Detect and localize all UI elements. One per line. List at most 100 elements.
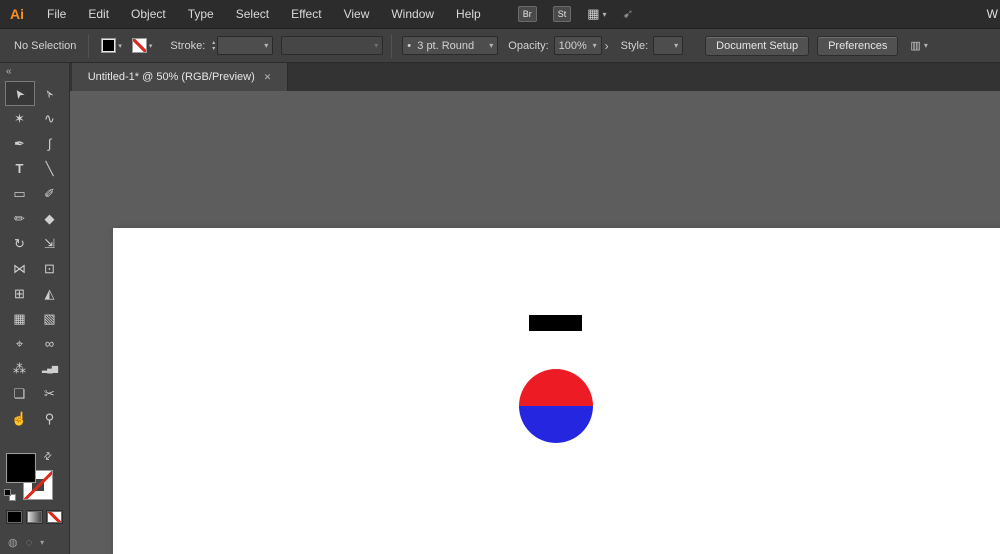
pen-tool[interactable]: ✒ (5, 131, 35, 156)
gradient-tool-icon: ▧ (43, 310, 56, 326)
brush-value: • 3 pt. Round (407, 39, 475, 52)
paintbrush-tool-icon: ✐ (44, 185, 55, 201)
free-transform-tool[interactable]: ⊡ (35, 256, 65, 281)
swap-fill-stroke-icon[interactable]: ⇄ (41, 450, 55, 464)
menu-file[interactable]: File (36, 7, 77, 21)
menu-edit[interactable]: Edit (77, 7, 120, 21)
eraser-tool[interactable]: ◆ (35, 206, 65, 231)
document-tab-bar: Untitled-1* @ 50% (RGB/Preview) ✕ (70, 63, 1000, 91)
align-options-menu[interactable]: ▥ ▾ (910, 39, 927, 52)
rotate-tool[interactable]: ↻ (5, 231, 35, 256)
gpu-performance-icon[interactable]: ➹ (623, 6, 634, 22)
bridge-icon[interactable]: Br (517, 6, 537, 22)
gradient-button[interactable] (26, 510, 43, 524)
zoom-tool[interactable]: ⚲ (35, 406, 65, 431)
eyedropper-tool-icon: ⌖ (15, 335, 24, 351)
chevron-down-icon: ▾ (923, 41, 928, 50)
lasso-tool-icon: ∿ (44, 110, 55, 126)
screen-mode-chevron-icon[interactable]: ▾ (40, 538, 44, 547)
artboard[interactable] (113, 228, 1000, 554)
artboard-tool[interactable]: ❏ (5, 381, 35, 406)
selection-tool[interactable]: ➤ (4, 81, 35, 106)
slice-tool[interactable]: ✂ (35, 381, 65, 406)
fill-color-swatch[interactable] (101, 38, 117, 53)
menu-window[interactable]: Window (380, 7, 445, 21)
paintbrush-tool[interactable]: ✐ (35, 181, 65, 206)
symbol-sprayer-tool-icon: ⁂ (13, 360, 26, 376)
scale-tool[interactable]: ⇲ (35, 231, 65, 256)
type-tool-icon: T (15, 161, 24, 176)
none-button[interactable] (46, 510, 63, 524)
color-button[interactable] (6, 510, 23, 524)
shape-builder-tool[interactable]: ⊞ (5, 281, 35, 306)
direct-selection-tool-icon: ➢ (40, 85, 59, 102)
artboard-tool-icon: ❏ (13, 385, 26, 401)
fill-swatch[interactable] (6, 453, 36, 483)
perspective-grid-tool[interactable]: ◭ (35, 281, 65, 306)
selection-status: No Selection (14, 39, 77, 52)
opacity-value: 100% (558, 39, 587, 52)
red-blue-circle-shape[interactable] (519, 369, 593, 443)
workspace-icon: ▦ (587, 6, 600, 21)
curvature-tool-icon: ∫ (47, 136, 52, 151)
direct-selection-tool[interactable]: ➢ (35, 81, 65, 106)
hand-tool-icon: ☝ (11, 410, 28, 426)
menu-view[interactable]: View (333, 7, 381, 21)
style-dropdown[interactable]: ▾ (653, 36, 684, 55)
type-tool[interactable]: T (5, 156, 35, 181)
variable-width-profile-dropdown[interactable]: ▾ (281, 36, 384, 55)
close-icon[interactable]: ✕ (264, 72, 272, 83)
line-segment-tool-icon: ╲ (45, 160, 54, 176)
separator (88, 33, 90, 58)
menu-effect[interactable]: Effect (280, 7, 332, 21)
menu-select[interactable]: Select (225, 7, 280, 21)
fill-stroke-indicator: ⇄ (4, 450, 66, 505)
stock-icon[interactable]: St (552, 6, 572, 22)
pencil-tool[interactable]: ✏ (5, 206, 35, 231)
width-tool-icon: ⋈ (13, 260, 26, 276)
magic-wand-tool[interactable]: ✶ (5, 106, 35, 131)
tool-grid: ➤ ➢ ✶ ∿ ✒ ∫ T ╲ ▭ ✐ ✏ ◆ ↻ ⇲ ⋈ ⊡ ⊞ ◭ ▦ ▧ … (0, 81, 69, 431)
eraser-tool-icon: ◆ (44, 210, 55, 226)
opacity-panel-arrow-icon[interactable]: › (605, 39, 609, 53)
opacity-field[interactable]: 100% ▾ (553, 36, 602, 55)
stepper-down-icon[interactable]: ▾ (212, 46, 215, 52)
slice-tool-icon: ✂ (44, 385, 55, 401)
workspace-switcher[interactable]: ▦ ▾ (587, 6, 606, 22)
document-tab[interactable]: Untitled-1* @ 50% (RGB/Preview) ✕ (72, 63, 288, 91)
stroke-weight-stepper[interactable]: ▴ ▾ (212, 40, 215, 52)
draw-normal-icon[interactable]: ◍ (8, 536, 18, 549)
drawing-mode-buttons: ◍ ◌ ▾ (8, 536, 44, 550)
draw-behind-icon[interactable]: ◌ (26, 537, 33, 549)
column-graph-tool[interactable]: ▂▄▆ (35, 356, 65, 381)
preferences-button[interactable]: Preferences (817, 35, 899, 56)
chevron-down-icon[interactable]: ▾ (149, 42, 153, 50)
collapse-panel-icon[interactable]: « (0, 63, 69, 77)
default-fill-stroke-icon[interactable] (4, 489, 16, 501)
brush-definition-dropdown[interactable]: • 3 pt. Round ▾ (402, 36, 499, 55)
hand-tool[interactable]: ☝ (5, 406, 35, 431)
line-segment-tool[interactable]: ╲ (35, 156, 65, 181)
blend-tool-icon: ∞ (44, 336, 55, 351)
style-label: Style: (620, 39, 649, 52)
rectangle-tool[interactable]: ▭ (5, 181, 35, 206)
menu-type[interactable]: Type (177, 7, 225, 21)
width-tool[interactable]: ⋈ (5, 256, 35, 281)
menu-help[interactable]: Help (445, 7, 492, 21)
lasso-tool[interactable]: ∿ (35, 106, 65, 131)
canvas-area[interactable] (70, 91, 1000, 554)
gradient-tool[interactable]: ▧ (35, 306, 65, 331)
chevron-down-icon[interactable]: ▾ (118, 42, 122, 50)
document-setup-button[interactable]: Document Setup (705, 35, 810, 56)
symbol-sprayer-tool[interactable]: ⁂ (5, 356, 35, 381)
blend-tool[interactable]: ∞ (35, 331, 65, 356)
eyedropper-tool[interactable]: ⌖ (5, 331, 35, 356)
curvature-tool[interactable]: ∫ (35, 131, 65, 156)
illustrator-logo: Ai (10, 6, 24, 22)
mesh-tool[interactable]: ▦ (5, 306, 35, 331)
stroke-weight-dropdown[interactable]: ▾ (217, 36, 274, 55)
magic-wand-tool-icon: ✶ (14, 110, 25, 126)
black-rectangle-shape[interactable] (529, 315, 582, 331)
stroke-color-swatch[interactable] (131, 38, 147, 53)
menu-object[interactable]: Object (120, 7, 177, 21)
